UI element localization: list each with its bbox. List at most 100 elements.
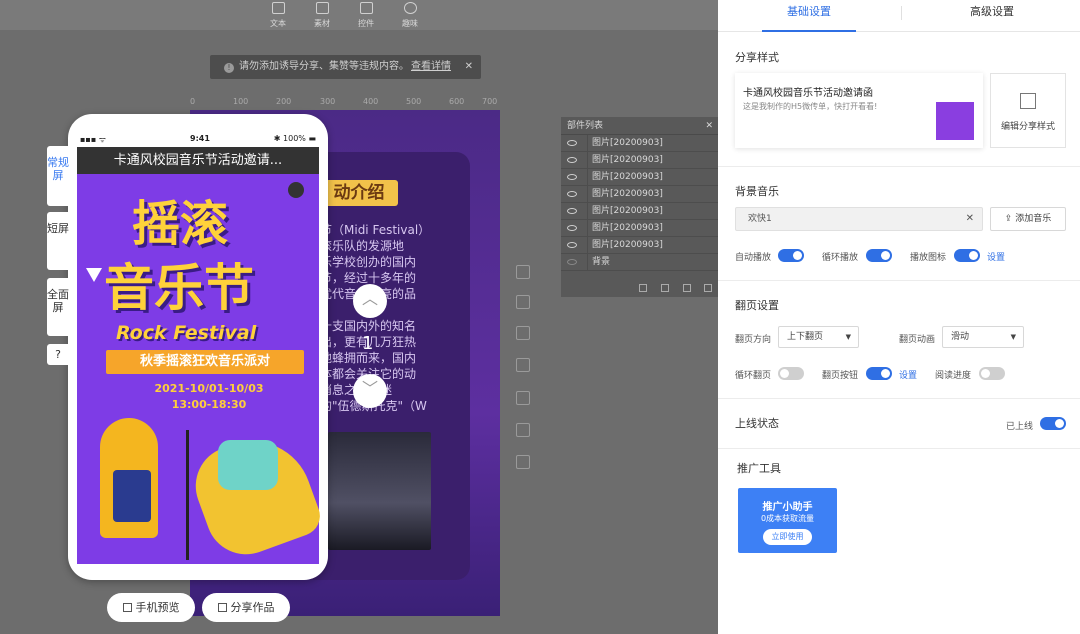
eye-icon[interactable] — [567, 140, 577, 146]
settings-tabs: 基础设置 高级设置 — [718, 0, 1080, 32]
tab-short-screen[interactable]: 短屏 — [47, 212, 69, 270]
online-toggle[interactable] — [1040, 417, 1066, 430]
section-title: 翻页设置 — [735, 299, 779, 312]
top-toolbar: 文本 素材 控件 趣味 — [0, 0, 718, 30]
tab-basic-settings[interactable]: 基础设置 — [762, 0, 856, 32]
image-tool-button[interactable]: 素材 — [302, 0, 342, 30]
close-icon[interactable]: ✕ — [465, 55, 473, 79]
loop-play-toggle[interactable] — [866, 249, 892, 262]
next-page-button[interactable]: ﹀ — [353, 374, 387, 408]
tab-advanced-settings[interactable]: 高级设置 — [945, 0, 1039, 32]
poster-ribbon: 秋季摇滚狂欢音乐派对 — [106, 350, 304, 374]
share-thumbnail — [936, 102, 974, 140]
layer-row[interactable]: 图片[20200903] — [561, 169, 718, 186]
phone-status-bar: ▪▪▪ ᯤ 9:41 ✱ 100% ▬ — [80, 134, 316, 144]
poster-date: 2021-10/01-10/03 13:00-18:30 — [154, 382, 264, 411]
autoplay-label: 自动播放 — [735, 253, 772, 263]
clear-icon[interactable]: ✕ — [966, 208, 974, 230]
play-icon[interactable] — [516, 326, 530, 340]
help-button[interactable]: ? — [47, 344, 69, 365]
share-desc: 这是我制作的H5微传单，快打开看看! — [743, 102, 878, 111]
layer-panel-title: 部件列表 — [567, 121, 604, 131]
close-icon[interactable]: ✕ — [705, 117, 713, 135]
fun-tool-button[interactable]: 趣味 — [390, 0, 430, 30]
duplicate-icon[interactable] — [516, 358, 530, 372]
ruler-tick: 400 — [363, 97, 379, 106]
folder-icon[interactable] — [683, 284, 691, 292]
caret-down-icon: ▼ — [1010, 333, 1016, 341]
eye-icon[interactable] — [567, 259, 577, 265]
direction-select[interactable]: 上下翻页 ▼ — [778, 326, 859, 348]
tablet-icon[interactable] — [516, 423, 530, 437]
ruler-tick: 600 — [449, 97, 465, 106]
layer-row[interactable]: 图片[20200903] — [561, 237, 718, 254]
layer-icon[interactable] — [516, 265, 530, 279]
edit-share-style-button[interactable]: 编辑分享样式 — [990, 73, 1066, 148]
triangle-decoration — [86, 268, 102, 282]
copy-icon[interactable] — [516, 295, 530, 309]
direction-label: 翻页方向 — [735, 335, 772, 345]
layer-row[interactable]: 图片[20200903] — [561, 186, 718, 203]
phone-preview-button[interactable]: 手机预览 — [107, 593, 195, 622]
notice-detail-link[interactable]: 查看详情 — [411, 61, 451, 72]
share-icon — [217, 603, 227, 612]
grid-icon[interactable] — [516, 391, 530, 405]
tab-regular-screen[interactable]: 常规屏 — [47, 146, 69, 206]
layer-row[interactable]: 背景 — [561, 254, 718, 271]
share-work-button[interactable]: 分享作品 — [202, 593, 290, 622]
progress-label: 阅读进度 — [935, 371, 972, 381]
page-button-settings-link[interactable]: 设置 — [899, 368, 917, 381]
layer-row[interactable]: 图片[20200903] — [561, 220, 718, 237]
ruler-tick: 700 — [482, 97, 498, 106]
promo-card[interactable]: 推广小助手 0成本获取流量 立即使用 — [738, 488, 837, 553]
layer-row[interactable]: 图片[20200903] — [561, 152, 718, 169]
share-title: 卡通风校园音乐节活动邀请函 — [743, 88, 873, 99]
eye-icon[interactable] — [567, 191, 577, 197]
caret-down-icon: ▼ — [845, 333, 851, 341]
autoplay-toggle[interactable] — [778, 249, 804, 262]
copy-icon[interactable] — [661, 284, 669, 292]
progress-toggle[interactable] — [979, 367, 1005, 380]
info-icon: ! — [224, 63, 234, 73]
page-title: 卡通风校园音乐节活动邀请... — [77, 147, 319, 174]
add-music-button[interactable]: ⇪ 添加音乐 — [990, 207, 1066, 231]
layer-row[interactable]: 图片[20200903] — [561, 135, 718, 152]
tab-divider — [901, 6, 902, 20]
tab-full-screen[interactable]: 全面屏 — [47, 278, 69, 336]
share-preview-card: 卡通风校园音乐节活动邀请函 这是我制作的H5微传单，快打开看看! — [735, 73, 983, 148]
music-select[interactable]: 欢快1 ✕ — [735, 207, 983, 231]
use-now-button[interactable]: 立即使用 — [763, 529, 812, 545]
text-icon — [271, 2, 285, 14]
layer-panel: 部件列表 ✕ 图片[20200903] 图片[20200903] 图片[20200… — [561, 117, 718, 297]
page-button-label: 翻页按钮 — [822, 371, 859, 381]
section-title: 背景音乐 — [735, 185, 779, 198]
page-button-toggle[interactable] — [866, 367, 892, 380]
eye-icon[interactable] — [567, 242, 577, 248]
text-tool-button[interactable]: 文本 — [258, 0, 298, 30]
download-icon[interactable] — [516, 455, 530, 469]
widget-tool-button[interactable]: 控件 — [346, 0, 386, 30]
image-icon — [315, 2, 329, 14]
illustration-part — [218, 440, 278, 490]
eye-icon[interactable] — [567, 174, 577, 180]
lock-icon[interactable] — [639, 284, 647, 292]
play-icon-toggle[interactable] — [954, 249, 980, 262]
online-status-text: 已上线 — [1006, 422, 1034, 432]
prev-page-button[interactable]: ︿ — [353, 284, 387, 318]
trash-icon[interactable] — [704, 284, 712, 292]
active-tab-indicator — [762, 30, 856, 32]
animation-label: 翻页动画 — [899, 335, 936, 345]
bulb-icon — [403, 2, 417, 14]
animation-select[interactable]: 滑动 ▼ — [942, 326, 1024, 348]
ruler-tick: 200 — [276, 97, 292, 106]
eye-icon[interactable] — [567, 208, 577, 214]
loop-page-label: 循环翻页 — [735, 371, 772, 381]
music-settings-link[interactable]: 设置 — [987, 250, 1005, 263]
eye-icon[interactable] — [567, 157, 577, 163]
section-title: 推广工具 — [737, 462, 781, 475]
play-icon-label: 播放图标 — [910, 253, 947, 263]
eye-icon[interactable] — [567, 225, 577, 231]
poster-title-line1: 摇滚 — [132, 196, 229, 252]
loop-page-toggle[interactable] — [778, 367, 804, 380]
layer-row[interactable]: 图片[20200903] — [561, 203, 718, 220]
